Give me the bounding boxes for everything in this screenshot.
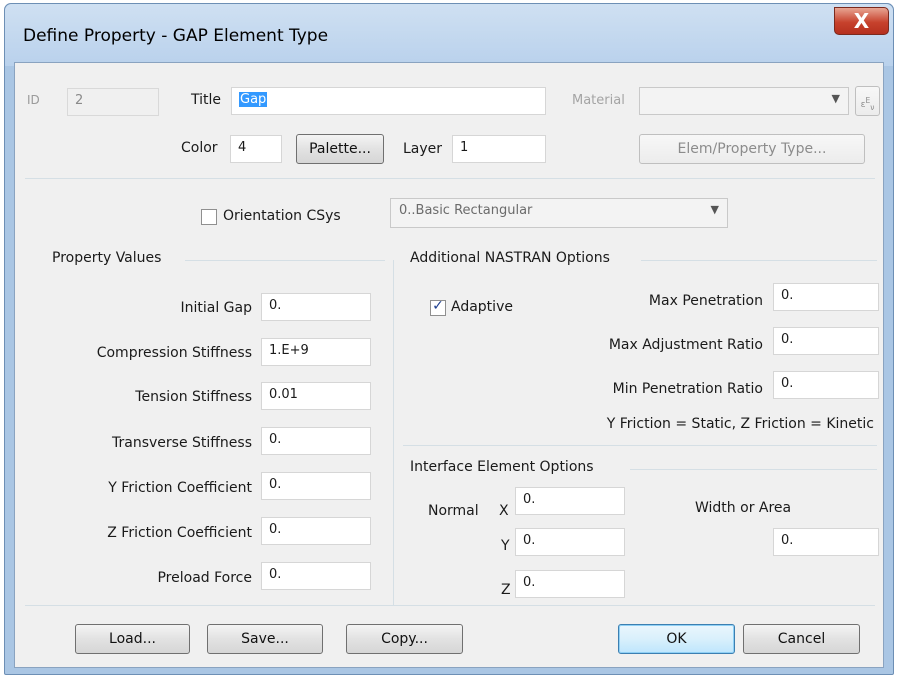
normal-y-label: Y (501, 538, 510, 554)
orientation-checkbox[interactable] (201, 209, 217, 225)
min-penetration-ratio-label: Min Penetration Ratio (612, 381, 763, 397)
normal-x-label: X (499, 503, 509, 519)
material-label: Material (572, 93, 625, 108)
elem-property-type-button[interactable]: Elem/Property Type... (639, 134, 865, 164)
max-adjustment-ratio-field[interactable]: 0. (773, 327, 879, 355)
compression-stiffness-field[interactable]: 1.E+9 (261, 338, 371, 366)
normal-y-field[interactable]: 0. (515, 528, 625, 556)
layer-field[interactable]: 1 (452, 135, 546, 163)
initial-gap-label: Initial Gap (180, 300, 252, 316)
interface-options-heading: Interface Element Options (410, 459, 594, 475)
chevron-down-icon: ▼ (710, 203, 719, 216)
normal-x-field[interactable]: 0. (515, 487, 625, 515)
orientation-label: Orientation CSys (223, 208, 341, 224)
group-border (630, 469, 877, 470)
z-friction-coefficient-field[interactable]: 0. (261, 517, 371, 545)
material-editor-button[interactable]: εEν (855, 86, 880, 116)
tension-stiffness-field[interactable]: 0.01 (261, 382, 371, 410)
adaptive-checkbox[interactable]: ✓ (430, 298, 446, 316)
y-friction-coefficient-field[interactable]: 0. (261, 472, 371, 500)
id-label: ID (27, 93, 40, 107)
layer-label: Layer (403, 141, 443, 157)
friction-note: Y Friction = Static, Z Friction = Kineti… (606, 416, 874, 432)
save-button[interactable]: Save... (207, 624, 323, 654)
tension-stiffness-label: Tension Stiffness (135, 389, 252, 405)
group-border (641, 260, 877, 261)
width-area-field[interactable]: 0. (773, 528, 879, 556)
transverse-stiffness-field[interactable]: 0. (261, 427, 371, 455)
window-title: Define Property - GAP Element Type (23, 26, 329, 46)
dialog-window: Define Property - GAP Element Type X ID … (4, 3, 894, 675)
z-friction-coefficient-label: Z Friction Coefficient (107, 525, 252, 541)
chevron-down-icon: ▼ (831, 92, 840, 105)
orientation-dropdown[interactable]: 0..Basic Rectangular ▼ (390, 198, 728, 228)
id-field: 2 (67, 88, 159, 116)
title-field[interactable]: Gap (231, 87, 546, 115)
initial-gap-field[interactable]: 0. (261, 293, 371, 321)
normal-z-label: Z (501, 582, 511, 598)
compression-stiffness-label: Compression Stiffness (96, 345, 252, 361)
preload-force-label: Preload Force (157, 570, 252, 586)
max-adjustment-ratio-label: Max Adjustment Ratio (608, 337, 763, 353)
title-field-value: Gap (239, 92, 268, 107)
load-button[interactable]: Load... (75, 624, 190, 654)
copy-button[interactable]: Copy... (346, 624, 463, 654)
property-values-heading: Property Values (52, 250, 162, 266)
title-bar[interactable]: Define Property - GAP Element Type X (5, 4, 893, 66)
palette-button[interactable]: Palette... (296, 134, 384, 164)
separator (25, 605, 875, 606)
group-border (185, 260, 385, 261)
checkmark-icon: ✓ (432, 298, 444, 314)
material-dropdown: ▼ (639, 87, 849, 115)
transverse-stiffness-label: Transverse Stiffness (112, 435, 252, 451)
cancel-button[interactable]: Cancel (743, 624, 860, 654)
normal-label: Normal (428, 503, 479, 519)
normal-z-field[interactable]: 0. (515, 570, 625, 598)
orientation-value: 0..Basic Rectangular (399, 203, 533, 218)
dialog-body: ID 2 Title Gap Material ▼ εEν Color 4 Pa… (14, 62, 884, 668)
min-penetration-ratio-field[interactable]: 0. (773, 371, 879, 399)
preload-force-field[interactable]: 0. (261, 562, 371, 590)
color-label: Color (181, 140, 218, 156)
separator (25, 178, 875, 179)
max-penetration-field[interactable]: 0. (773, 283, 879, 311)
group-divider (393, 260, 394, 605)
ok-button[interactable]: OK (618, 624, 735, 654)
max-penetration-label: Max Penetration (648, 293, 763, 309)
close-icon: X (853, 9, 870, 33)
nastran-options-heading: Additional NASTRAN Options (410, 250, 610, 266)
separator (403, 445, 877, 446)
close-button[interactable]: X (834, 7, 889, 35)
title-label: Title (191, 92, 222, 108)
y-friction-coefficient-label: Y Friction Coefficient (108, 480, 252, 496)
color-field[interactable]: 4 (230, 135, 282, 163)
material-editor-icon: εEν (860, 96, 875, 112)
adaptive-label: Adaptive (451, 299, 513, 315)
width-area-label: Width or Area (695, 500, 792, 516)
